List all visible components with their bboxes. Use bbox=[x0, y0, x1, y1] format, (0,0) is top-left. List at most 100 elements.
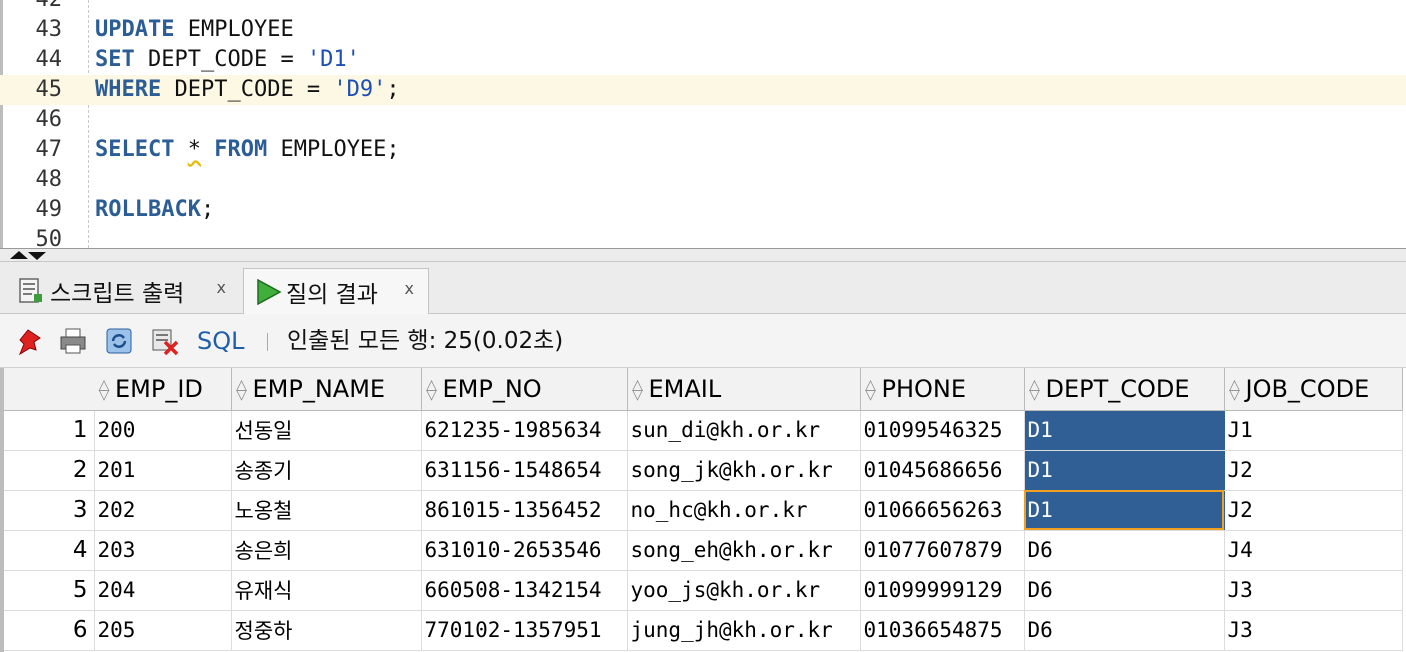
cell-emp-no[interactable]: 660508-1342154 bbox=[421, 570, 628, 611]
cell-emp-id[interactable]: 204 bbox=[94, 570, 232, 611]
cell-emp-name[interactable]: 선동일 bbox=[231, 410, 422, 451]
cell-dept-code[interactable]: D6 bbox=[1024, 610, 1225, 651]
cell-email[interactable]: jung_jh@kh.or.kr bbox=[627, 610, 861, 651]
table-row[interactable]: 6 205 정중하 770102-1357951 jung_jh@kh.or.kr 010… bbox=[4, 610, 1403, 651]
cell-emp-name[interactable]: 정중하 bbox=[231, 610, 422, 651]
sort-arrows-icon[interactable]: △ ▽ bbox=[425, 378, 439, 402]
row-number[interactable]: 5 bbox=[4, 570, 95, 611]
code-line[interactable]: 45 WHERE DEPT_CODE = 'D9'; bbox=[0, 75, 1406, 105]
code-line[interactable]: 44 SET DEPT_CODE = 'D1' bbox=[0, 45, 1406, 75]
tab-query-result[interactable]: 질의 결과 x bbox=[243, 268, 429, 314]
code-line[interactable]: 48 bbox=[0, 165, 1406, 195]
table-row[interactable]: 3 202 노옹철 861015-1356452 no_hc@kh.or.kr 01066… bbox=[4, 490, 1403, 531]
line-number: 45 bbox=[35, 77, 63, 102]
cell-emp-id[interactable]: 202 bbox=[94, 490, 232, 531]
code-line[interactable]: 42 bbox=[0, 0, 1406, 15]
cell-emp-id[interactable]: 201 bbox=[94, 450, 232, 491]
print-icon[interactable] bbox=[58, 326, 88, 356]
column-header-dept-code[interactable]: △ ▽ DEPT_CODE bbox=[1024, 368, 1225, 411]
refresh-icon[interactable] bbox=[104, 326, 134, 356]
tab-query-close-button[interactable]: x bbox=[405, 279, 414, 298]
column-header-emp-no[interactable]: △ ▽ EMP_NO bbox=[421, 368, 628, 411]
code-line[interactable]: 49 ROLLBACK; bbox=[0, 195, 1406, 225]
sql-token: EMPLOYEE bbox=[174, 17, 294, 42]
cell-emp-name[interactable]: 송종기 bbox=[231, 450, 422, 491]
cell-dept-code[interactable]: D6 bbox=[1024, 570, 1225, 611]
line-number: 49 bbox=[35, 197, 63, 222]
cell-email[interactable]: song_jk@kh.or.kr bbox=[627, 450, 861, 491]
code-text: UPDATE EMPLOYEE bbox=[95, 15, 294, 45]
cell-email[interactable]: sun_di@kh.or.kr bbox=[627, 410, 861, 451]
cell-phone[interactable]: 01066656263 bbox=[860, 490, 1025, 531]
cell-phone[interactable]: 01036654875 bbox=[860, 610, 1025, 651]
column-header-emp-id[interactable]: △ ▽ EMP_ID bbox=[94, 368, 232, 411]
cell-dept-code[interactable]: D1 bbox=[1024, 490, 1225, 531]
clear-icon[interactable] bbox=[150, 326, 180, 356]
column-header-label: EMP_ID bbox=[115, 374, 203, 403]
table-row[interactable]: 1 200 선동일 621235-1985634 sun_di@kh.or.kr 0109… bbox=[4, 410, 1403, 451]
cell-dept-code[interactable]: D1 bbox=[1024, 450, 1225, 491]
code-line[interactable]: 50 bbox=[0, 225, 1406, 248]
cell-email[interactable]: yoo_js@kh.or.kr bbox=[627, 570, 861, 611]
cell-email[interactable]: song_eh@kh.or.kr bbox=[627, 530, 861, 571]
cell-job-code[interactable]: J2 bbox=[1224, 450, 1403, 491]
sort-arrows-icon[interactable]: △ ▽ bbox=[1228, 378, 1242, 402]
code-line[interactable]: 43 UPDATE EMPLOYEE bbox=[0, 15, 1406, 45]
sort-arrows-icon[interactable]: △ ▽ bbox=[631, 378, 645, 402]
code-line[interactable]: 47 SELECT * FROM EMPLOYEE; bbox=[0, 135, 1406, 165]
cell-emp-name[interactable]: 송은희 bbox=[231, 530, 422, 571]
sort-arrows-icon[interactable]: △ ▽ bbox=[235, 378, 249, 402]
cell-phone[interactable]: 01045686656 bbox=[860, 450, 1025, 491]
table-row[interactable]: 2 201 송종기 631156-1548654 song_jk@kh.or.kr 010… bbox=[4, 450, 1403, 491]
pane-splitter[interactable] bbox=[0, 248, 1406, 262]
cell-emp-name[interactable]: 노옹철 bbox=[231, 490, 422, 531]
cell-dept-code[interactable]: D6 bbox=[1024, 530, 1225, 571]
cell-emp-id[interactable]: 205 bbox=[94, 610, 232, 651]
row-number[interactable]: 2 bbox=[4, 450, 95, 491]
cell-emp-id[interactable]: 203 bbox=[94, 530, 232, 571]
row-number[interactable]: 4 bbox=[4, 530, 95, 571]
cell-emp-id[interactable]: 200 bbox=[94, 410, 232, 451]
query-result-grid[interactable]: △ ▽ EMP_ID △ ▽ EMP_NAME △ ▽ EMP_NO △ ▽ EMAIL △ ▽ PHONE… bbox=[0, 368, 1406, 652]
cell-emp-no[interactable]: 621235-1985634 bbox=[421, 410, 628, 451]
cell-job-code[interactable]: J3 bbox=[1224, 570, 1403, 611]
cell-job-code[interactable]: J3 bbox=[1224, 610, 1403, 651]
sql-button[interactable]: SQL bbox=[197, 324, 245, 358]
column-header-email[interactable]: △ ▽ EMAIL bbox=[627, 368, 861, 411]
sort-arrows-icon[interactable]: △ ▽ bbox=[97, 378, 111, 402]
sql-editor[interactable]: 42 43 UPDATE EMPLOYEE 44 SET DEPT_CODE = 'D1… bbox=[0, 0, 1406, 248]
sql-keyword: UPDATE bbox=[95, 17, 175, 42]
collapse-up-icon[interactable] bbox=[10, 251, 28, 259]
cell-job-code[interactable]: J1 bbox=[1224, 410, 1403, 451]
cell-phone[interactable]: 01099999129 bbox=[860, 570, 1025, 611]
column-header-emp-name[interactable]: △ ▽ EMP_NAME bbox=[231, 368, 422, 411]
column-header-phone[interactable]: △ ▽ PHONE bbox=[860, 368, 1025, 411]
cell-job-code[interactable]: J2 bbox=[1224, 490, 1403, 531]
cell-emp-no[interactable]: 631010-2653546 bbox=[421, 530, 628, 571]
cell-emp-name[interactable]: 유재식 bbox=[231, 570, 422, 611]
cell-emp-no[interactable]: 770102-1357951 bbox=[421, 610, 628, 651]
cell-emp-no[interactable]: 861015-1356452 bbox=[421, 490, 628, 531]
row-number[interactable]: 1 bbox=[4, 410, 95, 451]
cell-phone[interactable]: 01077607879 bbox=[860, 530, 1025, 571]
pin-icon[interactable] bbox=[14, 326, 44, 356]
row-number[interactable]: 6 bbox=[4, 610, 95, 651]
cell-job-code[interactable]: J4 bbox=[1224, 530, 1403, 571]
cell-emp-no[interactable]: 631156-1548654 bbox=[421, 450, 628, 491]
cell-phone[interactable]: 01099546325 bbox=[860, 410, 1025, 451]
column-header-job-code[interactable]: △ ▽ JOB_CODE bbox=[1224, 368, 1403, 411]
tab-script-output[interactable]: 스크립트 출력 x bbox=[8, 268, 240, 314]
code-line[interactable]: 46 bbox=[0, 105, 1406, 135]
cell-dept-code[interactable]: D1 bbox=[1024, 410, 1225, 451]
table-body: 1 200 선동일 621235-1985634 sun_di@kh.or.kr 0109… bbox=[4, 410, 1403, 651]
sort-arrows-icon[interactable]: △ ▽ bbox=[864, 378, 878, 402]
cell-email[interactable]: no_hc@kh.or.kr bbox=[627, 490, 861, 531]
row-number[interactable]: 3 bbox=[4, 490, 95, 531]
collapse-down-icon[interactable] bbox=[28, 252, 46, 260]
tab-script-close-button[interactable]: x bbox=[217, 278, 226, 297]
sort-arrows-icon[interactable]: △ ▽ bbox=[1028, 378, 1042, 402]
table-row[interactable]: 4 203 송은희 631010-2653546 song_eh@kh.or.kr 010… bbox=[4, 530, 1403, 571]
table-row[interactable]: 5 204 유재식 660508-1342154 yoo_js@kh.or.kr 0109… bbox=[4, 570, 1403, 611]
output-tab-bar: 스크립트 출력 x 질의 결과 x bbox=[0, 262, 1406, 314]
